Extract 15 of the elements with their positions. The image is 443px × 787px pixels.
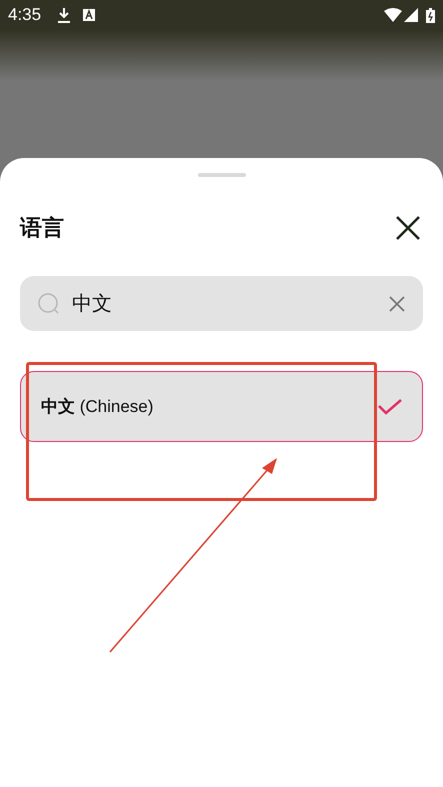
drag-handle[interactable] (198, 173, 246, 177)
clear-icon[interactable] (389, 296, 405, 312)
search-icon (38, 292, 60, 314)
download-icon (57, 7, 72, 23)
sheet-title: 语言 (20, 214, 64, 242)
signal-icon (404, 8, 418, 22)
clock-time: 4:35 (8, 4, 42, 26)
language-label: 中文 (Chinese) (41, 396, 154, 418)
battery-icon (426, 8, 435, 22)
search-text: 中文 (72, 292, 113, 316)
wifi-icon (384, 8, 402, 22)
keyboard-letter-icon (83, 9, 96, 21)
check-icon (378, 398, 402, 414)
search-field[interactable]: 中文 (20, 276, 423, 331)
language-option[interactable]: 中文 (Chinese) (20, 371, 423, 442)
